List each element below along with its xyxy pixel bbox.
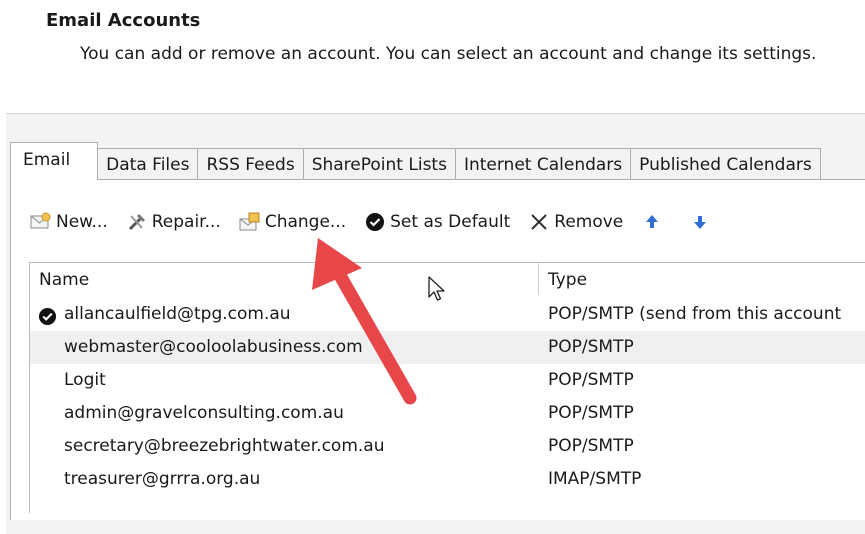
tab-strip: Email Data Files RSS Feeds SharePoint Li…	[10, 142, 821, 180]
mouse-pointer-icon	[428, 276, 445, 301]
page-description: You can add or remove an account. You ca…	[80, 44, 817, 64]
new-label: New...	[56, 212, 108, 232]
change-settings-icon	[239, 211, 261, 233]
toolbar: New... Repair... Change... Set as Defaul…	[30, 208, 737, 236]
tab-internet-calendars[interactable]: Internet Calendars	[455, 148, 632, 180]
list-item[interactable]: allancaulfield@tpg.com.au POP/SMTP (send…	[30, 298, 865, 331]
remove-button[interactable]: Remove	[528, 211, 623, 233]
new-button[interactable]: New...	[30, 211, 108, 233]
account-type: IMAP/SMTP	[548, 469, 642, 489]
repair-tools-icon	[126, 211, 148, 233]
account-name: allancaulfield@tpg.com.au	[64, 304, 291, 324]
account-type: POP/SMTP	[548, 370, 634, 390]
tab-email[interactable]: Email	[10, 142, 99, 180]
account-name: Logit	[64, 370, 106, 390]
set-default-label: Set as Default	[390, 212, 511, 232]
account-type: POP/SMTP	[548, 436, 634, 456]
account-type: POP/SMTP	[548, 403, 634, 423]
column-header-type[interactable]: Type	[548, 263, 587, 295]
list-item[interactable]: Logit POP/SMTP	[30, 364, 865, 397]
new-account-icon	[30, 211, 52, 233]
account-name: webmaster@cooloolabusiness.com	[64, 337, 363, 357]
remove-label: Remove	[554, 212, 624, 232]
repair-button[interactable]: Repair...	[126, 211, 221, 233]
list-item[interactable]: webmaster@cooloolabusiness.com POP/SMTP	[30, 331, 865, 364]
account-name: admin@gravelconsulting.com.au	[64, 403, 344, 423]
account-name: treasurer@grrra.org.au	[64, 469, 261, 489]
change-button[interactable]: Change...	[239, 211, 346, 233]
tab-rss-feeds[interactable]: RSS Feeds	[198, 148, 304, 180]
account-type: POP/SMTP (send from this account	[548, 304, 842, 324]
tab-sharepoint-lists[interactable]: SharePoint Lists	[303, 148, 456, 180]
move-down-button[interactable]	[689, 211, 715, 233]
tab-data-files[interactable]: Data Files	[98, 148, 199, 180]
account-type: POP/SMTP	[548, 337, 634, 357]
list-item[interactable]: secretary@breezebrightwater.com.au POP/S…	[30, 430, 865, 463]
column-divider[interactable]	[538, 263, 539, 295]
list-item[interactable]: admin@gravelconsulting.com.au POP/SMTP	[30, 397, 865, 430]
set-default-button[interactable]: Set as Default	[364, 211, 510, 233]
change-label: Change...	[264, 212, 347, 232]
column-header-name[interactable]: Name	[39, 263, 89, 295]
account-name: secretary@breezebrightwater.com.au	[64, 436, 385, 456]
list-item[interactable]: treasurer@grrra.org.au IMAP/SMTP	[30, 463, 865, 496]
default-check-icon	[38, 305, 57, 326]
tab-published-calendars[interactable]: Published Calendars	[631, 148, 821, 180]
check-circle-icon	[364, 211, 386, 233]
move-up-button[interactable]	[641, 211, 667, 233]
accounts-list: Name Type allancaulfield@tpg.com.au POP/…	[29, 262, 865, 513]
page-title: Email Accounts	[46, 10, 201, 31]
arrow-down-icon	[689, 211, 711, 233]
close-icon	[528, 211, 550, 233]
arrow-up-icon	[641, 211, 663, 233]
repair-label: Repair...	[151, 212, 221, 232]
